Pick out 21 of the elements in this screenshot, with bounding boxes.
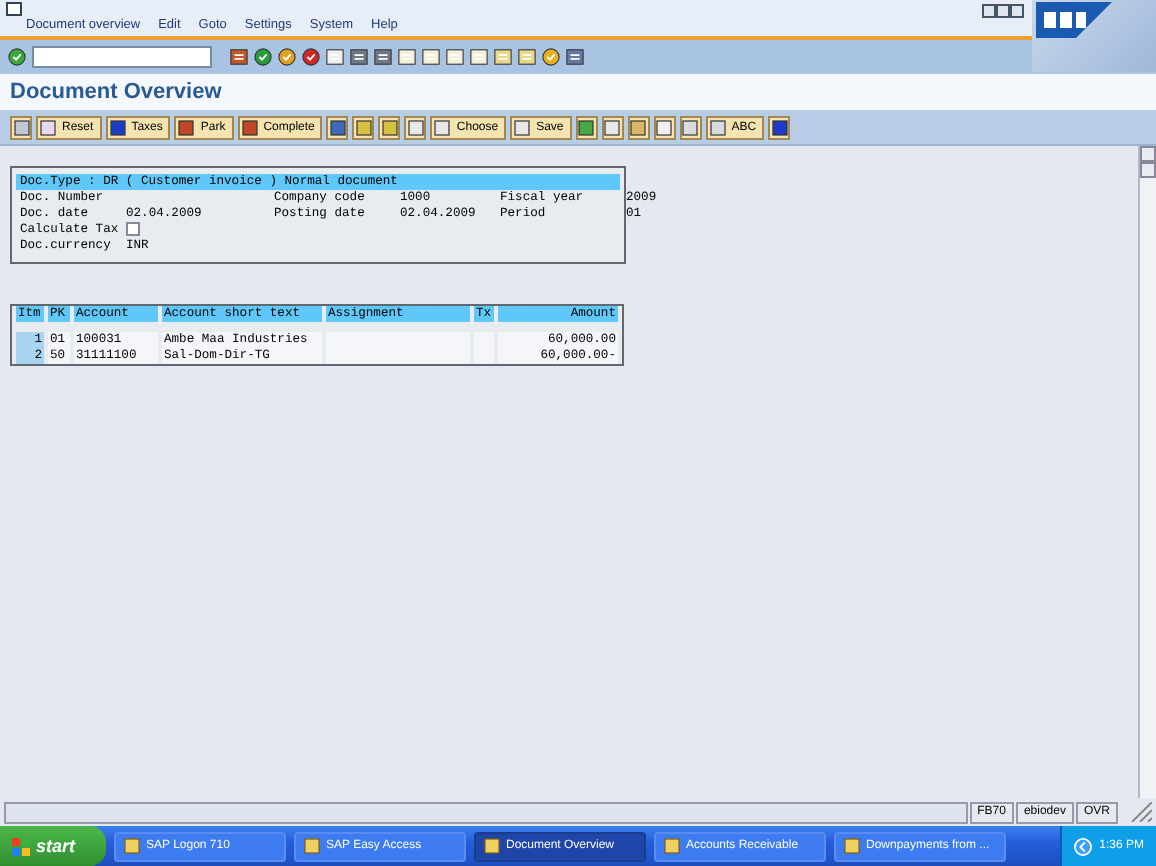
toolbar-button[interactable] [326,115,349,139]
checkbox[interactable] [126,222,141,236]
window-controls-icon[interactable] [982,4,1024,18]
toolbar-button[interactable] [575,115,598,139]
scroll-down-button[interactable] [1140,162,1156,178]
toolbar-button[interactable] [653,115,676,139]
toolbar-button[interactable] [768,115,791,139]
app-icon [844,838,860,854]
toolbar-button[interactable] [10,115,32,139]
app-icon [664,838,680,854]
toolbar-button[interactable] [627,115,650,139]
scroll-up-button[interactable] [1140,146,1156,162]
command-field[interactable] [32,46,212,68]
toolbar-button[interactable] [378,115,401,139]
windows-logo-icon [12,837,30,855]
app-icon [484,838,500,854]
app-icon [124,838,140,854]
toolbar-button[interactable] [352,115,375,139]
check-icon[interactable] [8,48,26,66]
page-title: Document Overview [10,80,222,104]
app-icon [304,838,320,854]
